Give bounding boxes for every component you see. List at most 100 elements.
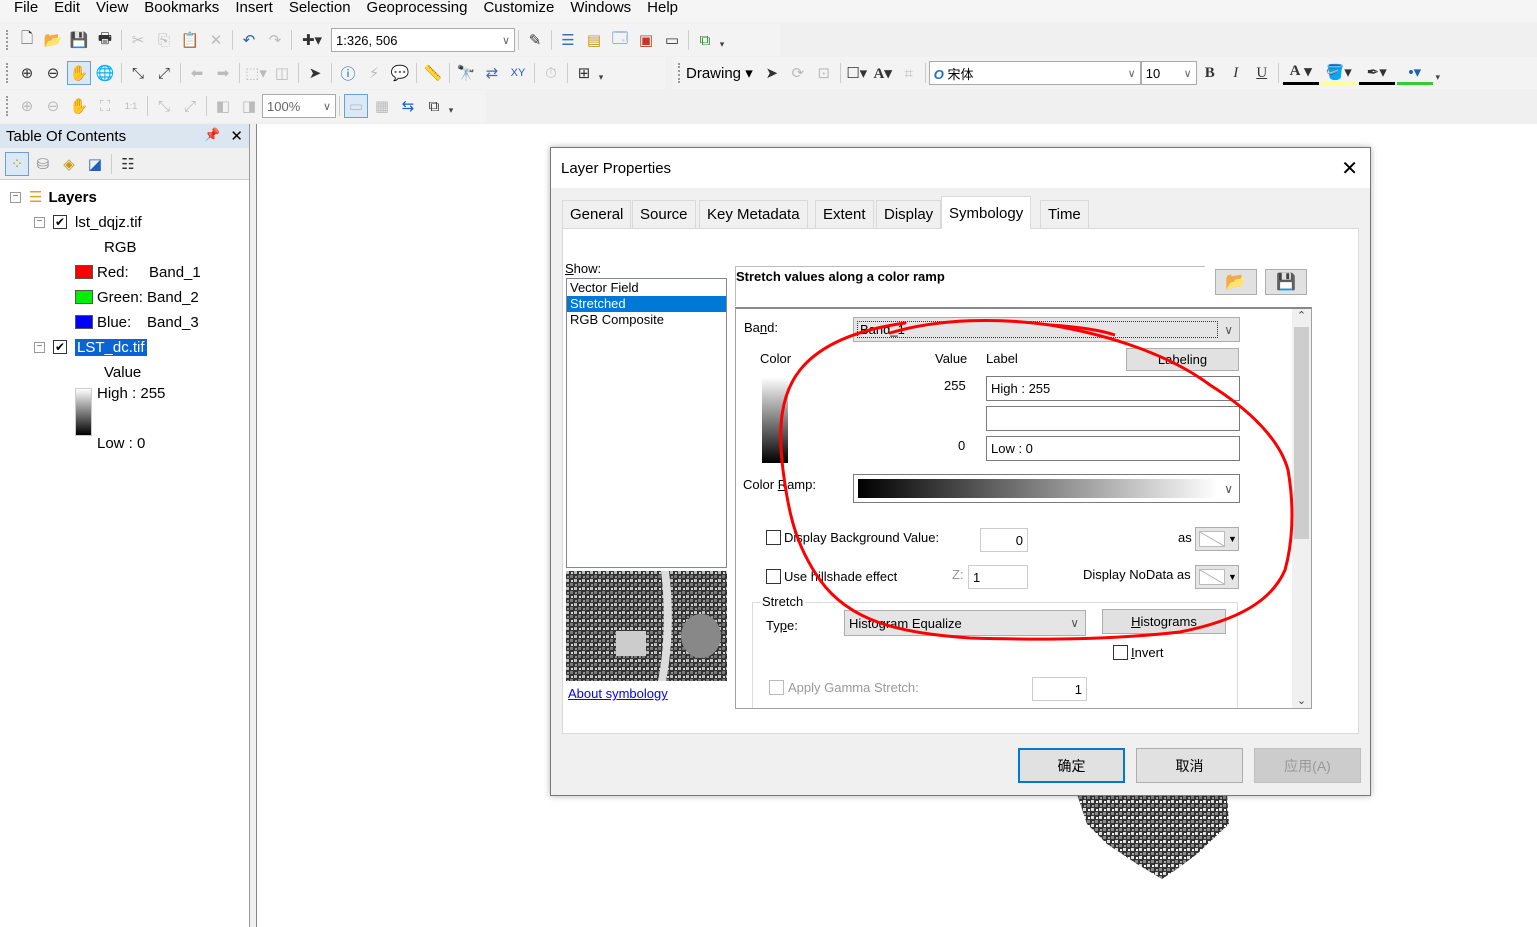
scrollbar-thumb[interactable] <box>1294 327 1309 539</box>
toolbar-overflow-icon[interactable]: ▾ <box>1434 63 1442 83</box>
menu-help[interactable]: Help <box>639 0 686 16</box>
invert-checkbox[interactable] <box>1113 645 1128 660</box>
stretch-type-dropdown[interactable]: Histogram Equalize ∨ <box>844 610 1086 636</box>
layer-visibility-checkbox[interactable]: ✔ <box>53 215 67 229</box>
html-popup-icon[interactable]: 💬 <box>388 61 412 85</box>
labeling-button[interactable]: Labeling <box>1126 348 1239 371</box>
list-by-visibility-icon[interactable]: ◈ <box>57 152 81 176</box>
go-to-xy-icon[interactable]: XY <box>506 61 530 85</box>
background-color-picker[interactable]: ▼ <box>1195 527 1239 551</box>
find-icon[interactable]: 🔭 <box>454 61 478 85</box>
menu-windows[interactable]: Windows <box>562 0 639 16</box>
zoom-100-icon[interactable]: 1:1 <box>119 94 143 118</box>
show-item-stretched[interactable]: Stretched <box>567 296 726 312</box>
tab-extent[interactable]: Extent <box>815 200 874 228</box>
text-icon[interactable]: A▾ <box>871 61 895 85</box>
identify-icon[interactable]: ⓘ <box>336 61 360 85</box>
fixed-zoom-out-icon[interactable]: ⤢ <box>152 61 176 85</box>
high-label-input[interactable]: High : 255 <box>986 376 1240 401</box>
clear-selection-icon[interactable]: ◫ <box>270 61 294 85</box>
undo-icon[interactable]: ↶ <box>237 28 261 52</box>
full-extent-icon[interactable]: 🌐 <box>93 61 117 85</box>
close-icon[interactable]: ✕ <box>1341 156 1358 181</box>
low-label-input[interactable]: Low : 0 <box>986 436 1240 461</box>
nodata-color-picker[interactable]: ▼ <box>1195 565 1239 589</box>
list-by-selection-icon[interactable]: ◪ <box>83 152 107 176</box>
add-data-icon[interactable]: ✚▾ <box>296 28 328 52</box>
toolbar-overflow-icon[interactable]: ▾ <box>597 63 605 83</box>
tab-display[interactable]: Display <box>876 200 942 228</box>
data-driven-pages-icon[interactable]: ⧉ <box>422 94 446 118</box>
scroll-down-icon[interactable]: ⌄ <box>1292 694 1311 707</box>
map-scale-combo[interactable]: 1:326, 506 ∨ <box>331 28 515 52</box>
gamma-stretch-checkbox[interactable] <box>769 680 784 695</box>
cut-icon[interactable]: ✂ <box>126 28 150 52</box>
hillshade-checkbox[interactable] <box>766 569 781 584</box>
toolbar-grip[interactable] <box>6 63 10 83</box>
toolbar-grip[interactable] <box>6 30 10 50</box>
font-size-combo[interactable]: 10 ∨ <box>1140 61 1197 85</box>
print-icon[interactable]: 🖶 <box>93 28 117 52</box>
search-window-icon[interactable]: 🗔 <box>608 28 632 52</box>
layout-zoom-out-icon[interactable]: ⊖ <box>41 94 65 118</box>
redo-icon[interactable]: ↷ <box>263 28 287 52</box>
cancel-button[interactable]: 取消 <box>1136 748 1243 783</box>
zoom-in-icon[interactable]: ⊕ <box>15 61 39 85</box>
layout-pan-icon[interactable]: ✋ <box>67 94 91 118</box>
rotate-icon[interactable]: ⟳ <box>786 61 810 85</box>
show-list[interactable]: Vector Field Stretched RGB Composite <box>566 278 727 568</box>
z-factor-input[interactable]: 1 <box>968 565 1028 589</box>
copy-icon[interactable]: ⎘ <box>152 28 176 52</box>
pan-icon[interactable]: ✋ <box>67 61 91 85</box>
new-document-icon[interactable]: 🗋 <box>15 28 39 52</box>
list-by-source-icon[interactable]: ⛁ <box>31 152 55 176</box>
show-item-vector-field[interactable]: Vector Field <box>567 279 726 296</box>
line-color-icon[interactable]: ✒▾ <box>1358 61 1395 85</box>
zoom-out-icon[interactable]: ⊖ <box>41 61 65 85</box>
collapse-icon[interactable]: − <box>34 341 45 353</box>
ok-button[interactable]: 确定 <box>1018 748 1125 783</box>
toolbar-grip[interactable] <box>678 63 682 83</box>
menu-customize[interactable]: Customize <box>475 0 562 16</box>
save-icon[interactable]: 💾 <box>67 28 91 52</box>
fixed-zoom-out-layout-icon[interactable]: ⤢ <box>178 94 202 118</box>
select-elements-icon[interactable]: ➤ <box>760 61 784 85</box>
bold-button[interactable]: B <box>1198 61 1222 85</box>
about-symbology-link[interactable]: About symbology <box>568 686 668 701</box>
collapse-icon[interactable]: − <box>34 216 45 228</box>
save-layer-file-button[interactable]: 💾 <box>1265 269 1307 295</box>
close-icon[interactable]: ✕ <box>230 127 243 145</box>
menu-selection[interactable]: Selection <box>281 0 359 16</box>
color-ramp-dropdown[interactable]: ∨ <box>853 474 1240 503</box>
next-extent-icon[interactable]: ◨ <box>237 94 261 118</box>
fixed-zoom-in-layout-icon[interactable]: ⤡ <box>152 94 176 118</box>
edit-vertices-icon[interactable]: ⌗ <box>897 61 921 85</box>
toc-layer-lst-dc[interactable]: − ✔ LST_dc.tif <box>34 336 147 358</box>
import-button[interactable]: 📂 <box>1215 269 1257 295</box>
options-icon[interactable]: ☷ <box>116 152 140 176</box>
scroll-up-icon[interactable]: ⌃ <box>1292 309 1311 327</box>
band-dropdown[interactable]: Band_1 ∨ <box>853 317 1240 342</box>
fixed-zoom-in-icon[interactable]: ⤡ <box>126 61 150 85</box>
change-layout-icon[interactable]: ⇆ <box>396 94 420 118</box>
collapse-icon[interactable]: − <box>10 191 21 203</box>
layer-name-selected[interactable]: LST_dc.tif <box>75 338 147 356</box>
time-slider-icon[interactable]: ⏱ <box>539 61 563 85</box>
menu-file[interactable]: File <box>0 0 46 16</box>
vertical-scrollbar[interactable]: ⌃ ⌄ <box>1292 309 1311 708</box>
histograms-button[interactable]: Histograms <box>1102 609 1226 634</box>
italic-button[interactable]: I <box>1224 61 1248 85</box>
marker-color-icon[interactable]: •▾ <box>1396 61 1433 85</box>
toggle-draft-mode-icon[interactable]: ▭ <box>344 94 368 118</box>
background-value-input[interactable]: 0 <box>980 528 1028 552</box>
pin-icon[interactable]: 📌 <box>204 127 220 145</box>
underline-button[interactable]: U <box>1250 61 1274 85</box>
catalog-icon[interactable]: ▤ <box>582 28 606 52</box>
toc-root-layers[interactable]: − ☰ Layers <box>10 186 97 208</box>
toolbar-grip[interactable] <box>6 96 10 116</box>
tab-source[interactable]: Source <box>632 200 696 228</box>
layout-zoom-in-icon[interactable]: ⊕ <box>15 94 39 118</box>
find-route-icon[interactable]: ⇄ <box>480 61 504 85</box>
focus-data-frame-icon[interactable]: ▦ <box>370 94 394 118</box>
table-of-contents-icon[interactable]: ☰ <box>556 28 580 52</box>
